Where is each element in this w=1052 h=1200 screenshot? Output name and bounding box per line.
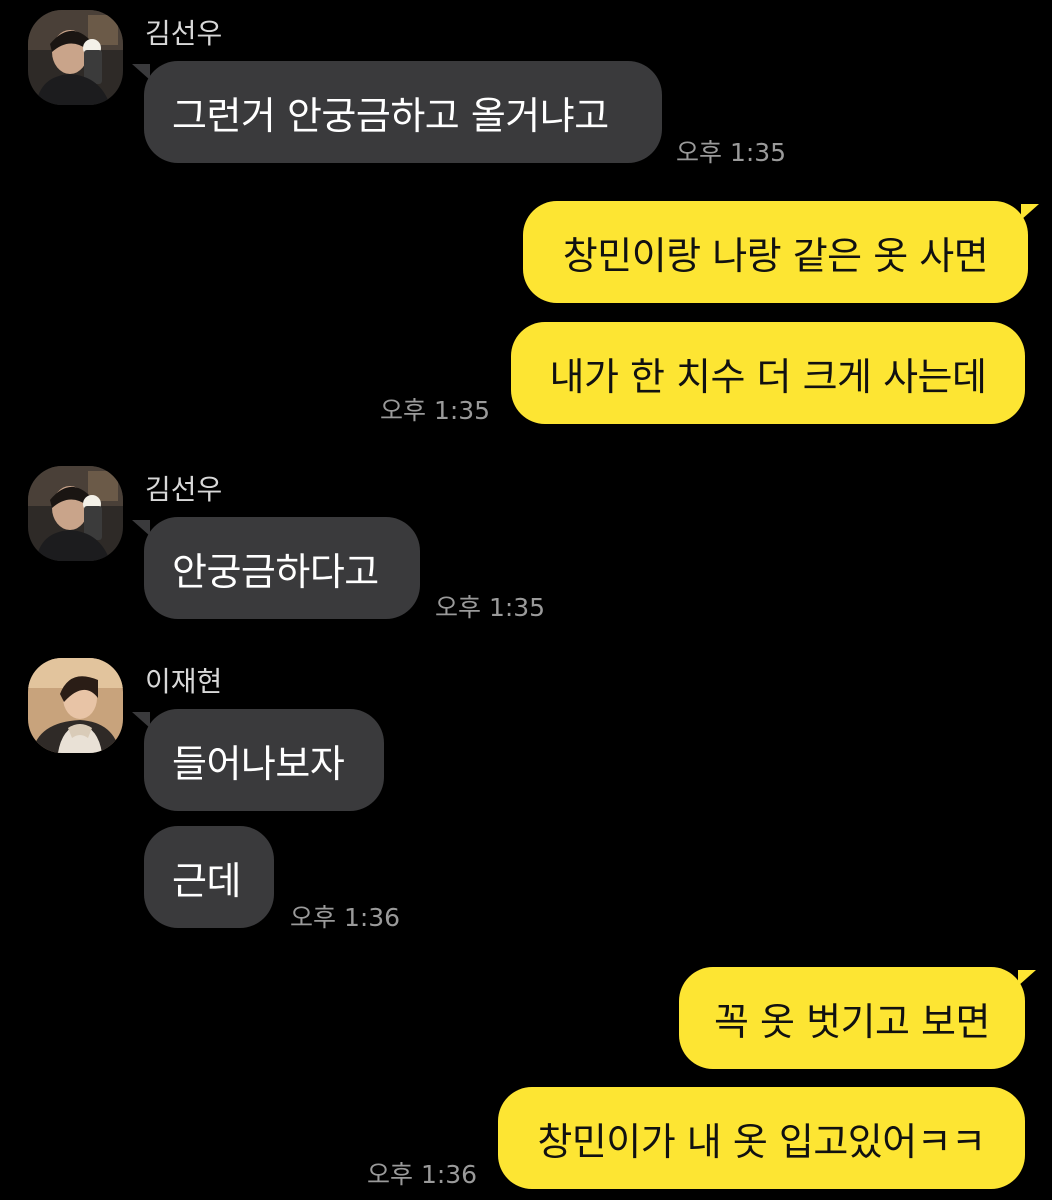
sender-name: 김선우 <box>145 17 223 50</box>
sender-name: 이재현 <box>145 665 223 698</box>
message-text: 들어나보자 <box>172 741 345 786</box>
bubble-tail <box>1018 970 1036 986</box>
message-text: 창민이가 내 옷 입고있어ㅋㅋ <box>537 1119 986 1164</box>
incoming-message-bubble[interactable]: 근데 <box>144 826 274 928</box>
message-text: 근데 <box>172 858 241 903</box>
outgoing-message-bubble[interactable]: 창민이랑 나랑 같은 옷 사면 <box>523 201 1028 303</box>
message-timestamp: 오후 1:35 <box>380 396 491 425</box>
message-timestamp: 오후 1:36 <box>367 1160 478 1189</box>
outgoing-message-bubble[interactable]: 꼭 옷 벗기고 보면 <box>679 967 1025 1069</box>
message-text: 내가 한 치수 더 크게 사는데 <box>549 354 987 399</box>
message-timestamp: 오후 1:36 <box>290 903 401 932</box>
message-text: 안궁금하다고 <box>172 549 379 594</box>
message-timestamp: 오후 1:35 <box>676 138 787 167</box>
outgoing-message-bubble[interactable]: 창민이가 내 옷 입고있어ㅋㅋ <box>498 1087 1025 1189</box>
avatar-lee-jaehyun-icon[interactable] <box>28 658 123 753</box>
outgoing-message-bubble[interactable]: 내가 한 치수 더 크게 사는데 <box>511 322 1025 424</box>
incoming-message-bubble[interactable]: 들어나보자 <box>144 709 384 811</box>
message-text: 그런거 안궁금하고 올거냐고 <box>172 93 609 138</box>
incoming-message-bubble[interactable]: 그런거 안궁금하고 올거냐고 <box>144 61 662 163</box>
sender-name: 김선우 <box>145 473 223 506</box>
incoming-message-bubble[interactable]: 안궁금하다고 <box>144 517 420 619</box>
message-timestamp: 오후 1:35 <box>435 593 546 622</box>
message-text: 꼭 옷 벗기고 보면 <box>714 999 990 1044</box>
avatar-kim-seonwoo-icon[interactable] <box>28 466 123 561</box>
bubble-tail <box>1021 204 1039 220</box>
message-text: 창민이랑 나랑 같은 옷 사면 <box>562 233 989 278</box>
avatar-kim-seonwoo-icon[interactable] <box>28 10 123 105</box>
